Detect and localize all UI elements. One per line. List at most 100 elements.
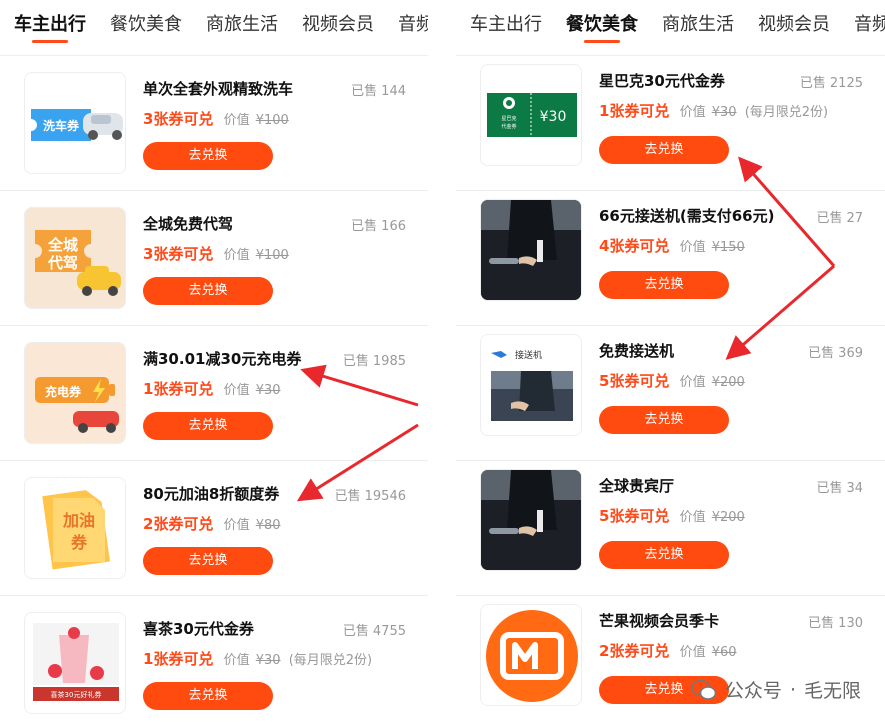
sold-count: 已售 2125 [799, 76, 863, 91]
tab-food-dining[interactable]: 餐饮美食 [110, 0, 182, 52]
product-title: 全城免费代驾 [143, 215, 234, 233]
tab-business-life[interactable]: 商旅生活 [662, 0, 734, 52]
redeem-button[interactable]: 去兑换 [599, 541, 729, 569]
original-price: ¥30 [255, 383, 281, 398]
product-title: 单次全套外观精致洗车 [143, 80, 294, 98]
svg-text:代驾: 代驾 [47, 254, 78, 272]
product-list: 星巴克 代金券 ¥30 星巴克30元代金券 已售 2125 1张券可兑 价值 ¥3… [456, 56, 885, 725]
sold-count: 已售 1985 [342, 354, 406, 369]
list-item[interactable]: 66元接送机(需支付66元) 已售 27 4张券可兑 价值 ¥150 去兑换 [456, 191, 885, 326]
price-line: 1张券可兑 价值 ¥30 (每月限兑2份) [599, 102, 829, 120]
price-line: 1张券可兑 价值 ¥30 [143, 380, 281, 398]
list-item[interactable]: 芒果视频会员季卡 已售 130 2张券可兑 价值 ¥60 去兑换 [456, 596, 885, 725]
tab-video-vip[interactable]: 视频会员 [758, 0, 830, 52]
original-price: ¥150 [711, 240, 745, 255]
svg-text:全城: 全城 [47, 236, 78, 254]
redeem-button[interactable]: 去兑换 [143, 277, 273, 305]
tab-audio[interactable]: 音频 [398, 0, 428, 52]
list-item[interactable]: 充电券 满30.01减30元充电券 已售 1985 1张券可兑 价值 ¥30 去兑… [0, 326, 428, 461]
svg-text:券: 券 [70, 533, 88, 552]
sold-count: 已售 130 [808, 616, 863, 631]
list-item[interactable]: 洗车券 单次全套外观精致洗车 已售 144 3张券可兑 价值 ¥100 去兑换 [0, 56, 428, 191]
svg-text:充电券: 充电券 [45, 384, 82, 399]
original-price: ¥100 [255, 248, 289, 263]
original-price: ¥30 [255, 653, 281, 668]
svg-text:代金券: 代金券 [501, 123, 516, 130]
chauffeur-coupon-icon: 全城 代驾 [24, 207, 126, 309]
redeem-button[interactable]: 去兑换 [599, 271, 729, 299]
sold-count: 已售 19546 [334, 489, 406, 504]
price-line: 5张券可兑 价值 ¥200 [599, 507, 745, 525]
wechat-icon [691, 679, 717, 700]
sold-count: 已售 166 [351, 219, 406, 234]
car-wash-coupon-icon: 洗车券 [24, 72, 126, 174]
original-price: ¥200 [711, 510, 745, 525]
price-line: 3张券可兑 价值 ¥100 [143, 245, 289, 263]
price-line: 3张券可兑 价值 ¥100 [143, 110, 289, 128]
svg-text:喜茶30元好礼券: 喜茶30元好礼券 [51, 690, 102, 699]
svg-text:加油: 加油 [62, 511, 95, 530]
sold-count: 已售 27 [816, 211, 863, 226]
price-line: 4张券可兑 价值 ¥150 [599, 237, 745, 255]
list-item[interactable]: 星巴克 代金券 ¥30 星巴克30元代金券 已售 2125 1张券可兑 价值 ¥3… [456, 56, 885, 191]
price-line: 1张券可兑 价值 ¥30 (每月限兑2份) [143, 650, 373, 668]
price-line: 5张券可兑 价值 ¥200 [599, 372, 745, 390]
tab-food-dining[interactable]: 餐饮美食 [566, 0, 638, 52]
svg-text:洗车券: 洗车券 [43, 118, 80, 133]
monthly-limit: (每月限兑2份) [744, 105, 829, 120]
coupon-requirement: 1张券可兑 [143, 650, 214, 668]
coupon-requirement: 2张券可兑 [599, 642, 670, 660]
coupon-requirement: 1张券可兑 [599, 102, 670, 120]
category-tabs: 车主出行 餐饮美食 商旅生活 视频会员 音频 [456, 0, 885, 52]
coupon-requirement: 2张券可兑 [143, 515, 214, 533]
heytea-drink-icon: 喜茶30元好礼券 [24, 612, 126, 714]
svg-text:¥30: ¥30 [540, 109, 567, 125]
tab-video-vip[interactable]: 视频会员 [302, 0, 374, 52]
tab-business-life[interactable]: 商旅生活 [206, 0, 278, 52]
starbucks-voucher-icon: 星巴克 代金券 ¥30 [480, 64, 582, 166]
sold-count: 已售 144 [351, 84, 406, 99]
tab-car-travel[interactable]: 车主出行 [470, 0, 542, 52]
car-door-photo [480, 469, 582, 571]
airport-transfer-icon: 接送机 [480, 334, 582, 436]
list-item[interactable]: 全城 代驾 全城免费代驾 已售 166 3张券可兑 价值 ¥100 去兑换 [0, 191, 428, 326]
coupon-requirement: 5张券可兑 [599, 507, 670, 525]
original-price: ¥30 [711, 105, 737, 120]
left-panel: 车主出行 餐饮美食 商旅生活 视频会员 音频 洗车券 单次全套外观精致洗车 已售… [0, 0, 428, 725]
redeem-button[interactable]: 去兑换 [599, 136, 729, 164]
list-item[interactable]: 喜茶30元好礼券 喜茶30元代金券 已售 4755 1张券可兑 价值 ¥30 (每… [0, 596, 428, 725]
charging-coupon-icon: 充电券 [24, 342, 126, 444]
list-item[interactable]: 接送机 免费接送机 已售 369 5张券可兑 价值 ¥200 去兑换 [456, 326, 885, 461]
watermark: 公众号 · 毛无限 [691, 676, 861, 703]
product-title: 66元接送机(需支付66元) [599, 207, 775, 225]
category-tabs: 车主出行 餐饮美食 商旅生活 视频会员 音频 [0, 0, 428, 52]
price-line: 2张券可兑 价值 ¥80 [143, 515, 281, 533]
original-price: ¥100 [255, 113, 289, 128]
product-title: 免费接送机 [599, 342, 675, 360]
product-title: 喜茶30元代金券 [143, 620, 254, 638]
sold-count: 已售 369 [808, 346, 863, 361]
redeem-button[interactable]: 去兑换 [143, 142, 273, 170]
tab-audio[interactable]: 音频 [854, 0, 885, 52]
right-panel: 车主出行 餐饮美食 商旅生活 视频会员 音频 星巴克 代金券 ¥30 星巴克30… [456, 0, 885, 725]
panel-gap [428, 0, 456, 725]
original-price: ¥200 [711, 375, 745, 390]
product-title: 芒果视频会员季卡 [599, 612, 720, 630]
tab-car-travel[interactable]: 车主出行 [14, 0, 86, 52]
original-price: ¥60 [711, 645, 737, 660]
product-title: 满30.01减30元充电券 [143, 350, 302, 368]
redeem-button[interactable]: 去兑换 [143, 682, 273, 710]
fuel-coupon-icon: 加油 券 [24, 477, 126, 579]
svg-text:星巴克: 星巴克 [501, 116, 516, 122]
list-item[interactable]: 加油 券 80元加油8折额度券 已售 19546 2张券可兑 价值 ¥80 去兑换 [0, 461, 428, 596]
watermark-text: 公众号 [724, 680, 782, 702]
original-price: ¥80 [255, 518, 281, 533]
redeem-button[interactable]: 去兑换 [599, 406, 729, 434]
price-line: 2张券可兑 价值 ¥60 [599, 642, 737, 660]
redeem-button[interactable]: 去兑换 [143, 412, 273, 440]
product-list: 洗车券 单次全套外观精致洗车 已售 144 3张券可兑 价值 ¥100 去兑换 全… [0, 56, 428, 725]
list-item[interactable]: 全球贵宾厅 已售 34 5张券可兑 价值 ¥200 去兑换 [456, 461, 885, 596]
product-title: 80元加油8折额度券 [143, 485, 280, 503]
svg-text:接送机: 接送机 [515, 349, 542, 361]
redeem-button[interactable]: 去兑换 [143, 547, 273, 575]
